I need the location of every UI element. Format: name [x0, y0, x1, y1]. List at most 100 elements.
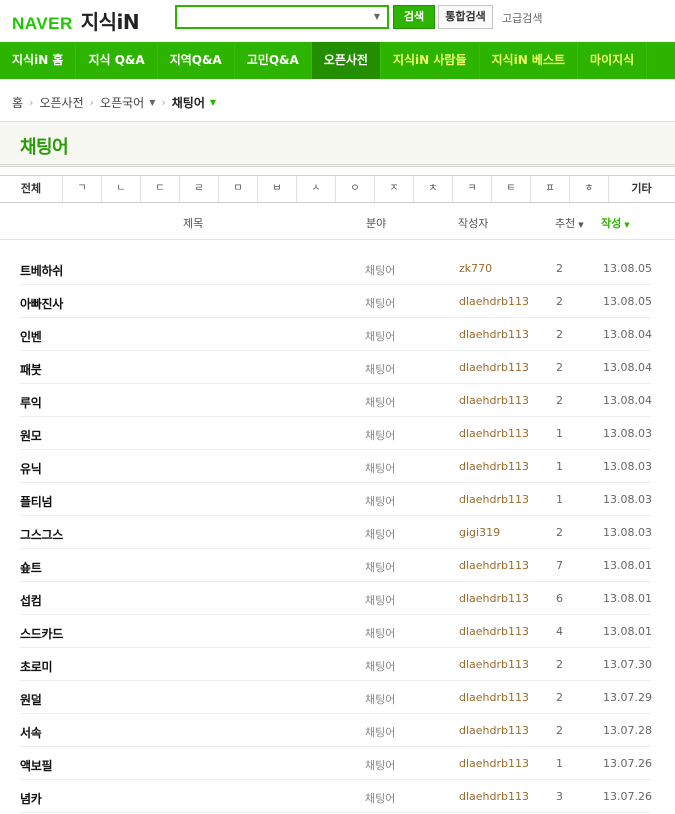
entry-author-link[interactable]: zk770: [459, 262, 492, 275]
index-letter[interactable]: ㄷ: [141, 176, 180, 202]
entry-title-link[interactable]: 섭컴: [20, 592, 42, 609]
sort-date[interactable]: 작성 ▼: [601, 215, 630, 231]
index-letter[interactable]: ㅁ: [219, 176, 258, 202]
entry-author-link[interactable]: gigi319: [459, 526, 500, 539]
index-letter[interactable]: ㅇ: [336, 176, 375, 202]
entry-author-link[interactable]: dlaehdrb113: [459, 790, 529, 803]
caret-down-icon[interactable]: ▼: [149, 98, 155, 107]
entry-author-link[interactable]: dlaehdrb113: [459, 493, 529, 506]
entry-category[interactable]: 채팅어: [365, 460, 395, 476]
entry-title-link[interactable]: 원모: [20, 427, 42, 444]
nav-item-qna[interactable]: 지식 Q&A: [76, 42, 158, 79]
entry-category[interactable]: 채팅어: [365, 658, 395, 674]
index-letter[interactable]: ㄱ: [63, 176, 102, 202]
naver-jisikin-logo[interactable]: NAVER 지식iN: [12, 6, 140, 34]
entry-title-link[interactable]: 트베하쉬: [20, 262, 63, 279]
entry-category[interactable]: 채팅어: [365, 691, 395, 707]
entry-category[interactable]: 채팅어: [365, 328, 395, 344]
entry-title-link[interactable]: 루익: [20, 394, 42, 411]
entry-date: 13.07.30: [603, 658, 652, 671]
entry-title-link[interactable]: 플티넘: [20, 493, 53, 510]
nav-item-my-jisik[interactable]: 마이지식: [578, 42, 648, 79]
index-letter[interactable]: ㅍ: [531, 176, 570, 202]
index-letter[interactable]: ㅌ: [492, 176, 531, 202]
search-input[interactable]: [177, 7, 367, 27]
entry-author-link[interactable]: dlaehdrb113: [459, 460, 529, 473]
index-letter[interactable]: ㄴ: [102, 176, 141, 202]
entry-author-link[interactable]: dlaehdrb113: [459, 427, 529, 440]
table-row: 원모 채팅어 dlaehdrb113 1 13.08.03: [20, 417, 652, 450]
entry-category[interactable]: 채팅어: [365, 493, 395, 509]
entry-title-link[interactable]: 액보필: [20, 757, 53, 774]
breadcrumb-open-korean[interactable]: 오픈국어: [100, 94, 144, 111]
entry-author-link[interactable]: dlaehdrb113: [459, 394, 529, 407]
nav-item-jisikin-people[interactable]: 지식iN 사람들: [381, 42, 480, 79]
entry-title-link[interactable]: 유닉: [20, 460, 42, 477]
sort-recommend[interactable]: 추천 ▼: [555, 215, 584, 231]
entry-category[interactable]: 채팅어: [365, 295, 395, 311]
nav-item-local-qna[interactable]: 지역Q&A: [158, 42, 235, 79]
entry-category[interactable]: 채팅어: [365, 526, 395, 542]
breadcrumb: 홈 › 오픈사전 › 오픈국어 ▼ › 채팅어 ▼: [12, 93, 216, 111]
entry-title-link[interactable]: 인벤: [20, 328, 42, 345]
entry-title-link[interactable]: 숖트: [20, 559, 42, 576]
index-letter[interactable]: ㅅ: [297, 176, 336, 202]
total-search-button[interactable]: 통합검색: [438, 5, 493, 29]
index-other[interactable]: 기타: [609, 176, 674, 202]
entry-category[interactable]: 채팅어: [365, 361, 395, 377]
entry-recommend-count: 2: [556, 295, 563, 308]
entry-author-link[interactable]: dlaehdrb113: [459, 295, 529, 308]
index-letter[interactable]: ㅎ: [570, 176, 609, 202]
index-all[interactable]: 전체: [0, 176, 63, 202]
entry-author-link[interactable]: dlaehdrb113: [459, 559, 529, 572]
nav-item-worry-qna[interactable]: 고민Q&A: [235, 42, 312, 79]
entry-category[interactable]: 채팅어: [365, 790, 395, 806]
entry-category[interactable]: 채팅어: [365, 625, 395, 641]
advanced-search-link[interactable]: 고급검색: [502, 10, 542, 26]
entry-author-link[interactable]: dlaehdrb113: [459, 691, 529, 704]
entry-author-link[interactable]: dlaehdrb113: [459, 658, 529, 671]
entry-date: 13.08.01: [603, 559, 652, 572]
index-letter[interactable]: ㅋ: [453, 176, 492, 202]
jisikin-logo[interactable]: 지식iN: [81, 6, 140, 35]
index-letter[interactable]: ㄹ: [180, 176, 219, 202]
entry-category[interactable]: 채팅어: [365, 394, 395, 410]
entry-title-link[interactable]: 념카: [20, 790, 42, 807]
index-letter[interactable]: ㅊ: [414, 176, 453, 202]
caret-down-icon[interactable]: ▼: [210, 98, 216, 107]
naver-logo[interactable]: NAVER: [12, 14, 73, 34]
breadcrumb-open-dictionary[interactable]: 오픈사전: [39, 94, 83, 111]
breadcrumb-current[interactable]: 채팅어: [172, 94, 205, 111]
entry-title-link[interactable]: 서속: [20, 724, 42, 741]
entry-category[interactable]: 채팅어: [365, 757, 395, 773]
entry-title-link[interactable]: 스드카드: [20, 625, 63, 642]
entry-category[interactable]: 채팅어: [365, 592, 395, 608]
table-header: 제목 분야 작성자 추천 ▼ 작성 ▼: [0, 203, 675, 240]
entry-recommend-count: 2: [556, 724, 563, 737]
entry-title-link[interactable]: 원덜: [20, 691, 42, 708]
entry-title-link[interactable]: 초로미: [20, 658, 53, 675]
entry-author-link[interactable]: dlaehdrb113: [459, 757, 529, 770]
nav-item-jisikin-home[interactable]: 지식iN 홈: [0, 42, 77, 79]
nav-item-open-dictionary[interactable]: 오픈사전: [311, 42, 381, 79]
search-dropdown-icon[interactable]: ▼: [371, 11, 383, 23]
index-letter[interactable]: ㅂ: [258, 176, 297, 202]
index-letter[interactable]: ㅈ: [375, 176, 414, 202]
nav-item-jisikin-best[interactable]: 지식iN 베스트: [480, 42, 579, 79]
entry-author-link[interactable]: dlaehdrb113: [459, 724, 529, 737]
entry-category[interactable]: 채팅어: [365, 262, 395, 278]
entry-category[interactable]: 채팅어: [365, 427, 395, 443]
entry-title-link[interactable]: 패붓: [20, 361, 42, 378]
entry-title-link[interactable]: 그스그스: [20, 526, 63, 543]
entry-author-link[interactable]: dlaehdrb113: [459, 361, 529, 374]
entry-category[interactable]: 채팅어: [365, 559, 395, 575]
breadcrumb-home[interactable]: 홈: [12, 94, 23, 111]
entry-author-link[interactable]: dlaehdrb113: [459, 328, 529, 341]
search-button[interactable]: 검색: [393, 5, 435, 29]
entry-author-link[interactable]: dlaehdrb113: [459, 592, 529, 605]
entry-category[interactable]: 채팅어: [365, 724, 395, 740]
entry-date: 13.08.03: [603, 460, 652, 473]
entry-recommend-count: 1: [556, 460, 563, 473]
entry-author-link[interactable]: dlaehdrb113: [459, 625, 529, 638]
entry-title-link[interactable]: 아빠진사: [20, 295, 63, 312]
